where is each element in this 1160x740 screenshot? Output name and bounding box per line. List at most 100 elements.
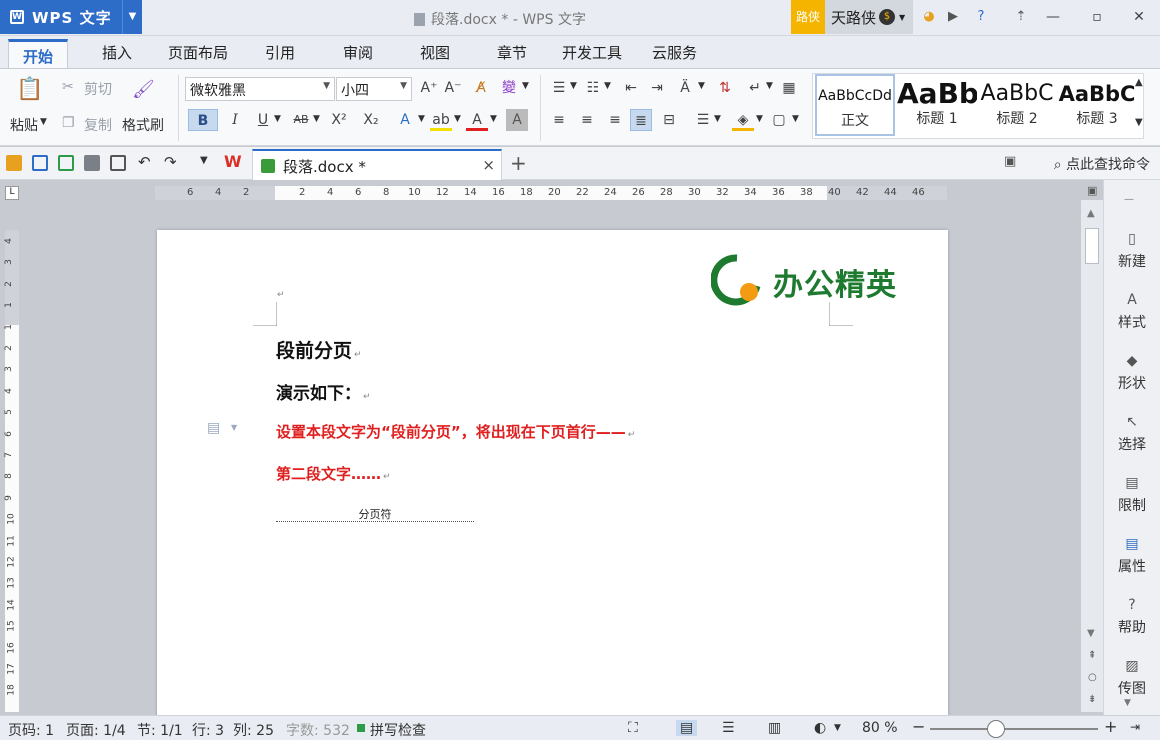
sidebar-expand-icon[interactable]: ▼ [1124,698,1131,708]
minimize-button[interactable]: — [1040,6,1066,28]
subscript-button[interactable]: X₂ [360,109,382,131]
close-button[interactable]: ✕ [1126,6,1152,28]
line-spacing-dropdown-icon[interactable]: ▼ [714,114,721,124]
border-dropdown-icon[interactable]: ▼ [792,114,799,124]
document-tab[interactable]: 段落.docx * × [252,149,502,180]
share-icon[interactable]: ▶ [944,8,962,26]
status-col[interactable]: 列: 25 [233,720,274,740]
paste-dropdown-icon[interactable]: ▼ [40,117,47,127]
font-name-select[interactable]: 微软雅黑 ▼ [185,77,335,101]
zoom-slider[interactable] [930,728,1098,730]
tab-cloud[interactable]: 云服务 [652,42,697,63]
tab-review[interactable]: 审阅 [343,42,373,63]
vertical-scrollbar[interactable]: ▣ ▲ ▼ ⇞ ○ ⇟ [1081,184,1103,712]
cut-button[interactable]: 剪切 [84,79,112,99]
user-account[interactable]: 天路侠 $ ▼ [825,0,913,34]
style-heading2[interactable]: AaBbC 标题 2 [977,74,1057,134]
font-color-icon[interactable]: A [466,109,488,131]
paste-button[interactable]: 粘贴 [10,115,38,135]
skin-icon[interactable]: ◕ [920,8,938,26]
bullet-dropdown-icon[interactable]: ▼ [570,81,577,91]
sidebar-collapse-icon[interactable]: — [1124,194,1134,205]
chinese-layout-dropdown-icon[interactable]: ▼ [698,81,705,91]
style-scroll-down-icon[interactable]: ▼ [1135,117,1143,128]
sidebar-item-help[interactable]: ? 帮助 [1104,596,1160,637]
paragraph-handle-icon[interactable]: ▤ [207,420,220,436]
italic-button[interactable]: I [224,109,246,131]
increase-indent-icon[interactable]: ⇥ [646,77,668,99]
tab-developer[interactable]: 开发工具 [562,42,622,63]
zoom-in-icon[interactable]: + [1104,717,1117,736]
distributed-icon[interactable]: ⊟ [658,109,680,131]
line-spacing-icon[interactable]: ☰ [692,109,714,131]
underline-dropdown-icon[interactable]: ▼ [274,114,281,124]
help-icon[interactable]: ? [972,8,990,26]
next-page-icon[interactable]: ⇟ [1088,694,1096,705]
undo-icon[interactable]: ↶ [138,153,151,171]
sort-icon[interactable]: ⇅ [714,77,736,99]
page-view-icon[interactable]: ▤ [676,720,698,736]
shading-dropdown-icon[interactable]: ▼ [756,114,763,124]
grow-font-icon[interactable]: A⁺ [418,77,440,99]
sidebar-toggle-icon[interactable]: ⇥ [1130,720,1140,734]
web-view-icon[interactable]: ▥ [768,720,781,736]
tab-chapter[interactable]: 章节 [497,42,527,63]
zoom-out-icon[interactable]: − [912,717,925,736]
align-right-icon[interactable]: ≡ [604,109,626,131]
highlight-dropdown-icon[interactable]: ▼ [454,114,461,124]
shading-icon[interactable]: ◈ [732,109,754,131]
format-painter-button[interactable]: 格式刷 [122,115,164,135]
scroll-thumb[interactable] [1085,228,1099,264]
zoom-level[interactable]: 80 % [862,720,898,736]
command-icon[interactable]: ▣ [1004,154,1016,169]
tab-insert[interactable]: 插入 [102,42,132,63]
sidebar-item-select[interactable]: ↖ 选择 [1104,413,1160,454]
paste-icon[interactable]: 📋 [16,79,44,107]
strikethrough-button[interactable]: AB [290,109,312,131]
chinese-layout-icon[interactable]: Ä [674,77,696,99]
sidebar-item-shape[interactable]: ◆ 形状 [1104,352,1160,393]
account-dropdown-icon[interactable]: ▼ [899,13,905,22]
style-heading3[interactable]: AaBbC 标题 3 [1057,74,1137,134]
shrink-font-icon[interactable]: A⁻ [442,77,464,99]
cut-icon[interactable]: ✂ [62,79,74,95]
copy-button[interactable]: 复制 [84,115,112,135]
close-tab-icon[interactable]: × [482,156,495,174]
tab-references[interactable]: 引用 [265,42,295,63]
text-effect-dropdown-icon[interactable]: ▼ [418,114,425,124]
maximize-button[interactable]: ▫ [1084,6,1110,28]
wps-home-icon[interactable]: W [224,152,242,171]
justify-icon[interactable]: ≣ [630,109,652,131]
bullet-list-icon[interactable]: ☰ [548,77,570,99]
status-row[interactable]: 行: 3 [192,720,224,740]
document-page[interactable]: ↵ 办公精英 段前分页 ↵ 演示如下： ↵ ▤ ▼ 设置本段文字为“段前分页”，将出… [157,230,948,720]
sidebar-item-restrict[interactable]: ▤ 限制 [1104,474,1160,515]
new-tab-icon[interactable]: + [510,151,527,175]
find-command-box[interactable]: ⌕ 点此查找命令 [1054,154,1150,174]
eye-protect-dropdown-icon[interactable]: ▼ [834,723,841,733]
underline-button[interactable]: U [252,109,274,131]
tab-view[interactable]: 视图 [420,42,450,63]
table-icon[interactable]: ▦ [778,77,800,99]
pinyin-icon[interactable]: 變 [498,77,520,99]
horizontal-ruler[interactable]: 6 4 2 2 4 6 8 10 12 14 16 18 20 22 24 26 28 30 32 34 36 38 40 4… [155,186,947,200]
export-pdf-icon[interactable] [58,155,74,171]
sidebar-item-new[interactable]: ▯ 新建 [1104,230,1160,271]
highlight-icon[interactable]: ab [430,109,452,131]
numbered-dropdown-icon[interactable]: ▼ [604,81,611,91]
copy-icon[interactable]: ❐ [62,115,75,131]
strikethrough-dropdown-icon[interactable]: ▼ [313,114,320,124]
user-tag[interactable]: 路侠 [791,0,825,34]
show-marks-icon[interactable]: ↵ [744,77,766,99]
style-scroll-up-icon[interactable]: ▲ [1135,77,1143,88]
view-toggle-icon[interactable]: ▣ [1087,184,1097,197]
clear-format-icon[interactable]: A̸ [470,77,492,99]
char-shading-icon[interactable]: A [506,109,528,131]
font-color-dropdown-icon[interactable]: ▼ [490,114,497,124]
align-left-icon[interactable]: ≡ [548,109,570,131]
font-size-select[interactable]: 小四 ▼ [336,77,412,101]
superscript-button[interactable]: X² [328,109,350,131]
vertical-ruler[interactable]: 4 3 2 1 1 2 3 4 5 6 7 8 9 10 11 12 13 14 15 16 17 18 [4,230,19,712]
select-browse-icon[interactable]: ○ [1088,672,1097,683]
numbered-list-icon[interactable]: ☷ [582,77,604,99]
